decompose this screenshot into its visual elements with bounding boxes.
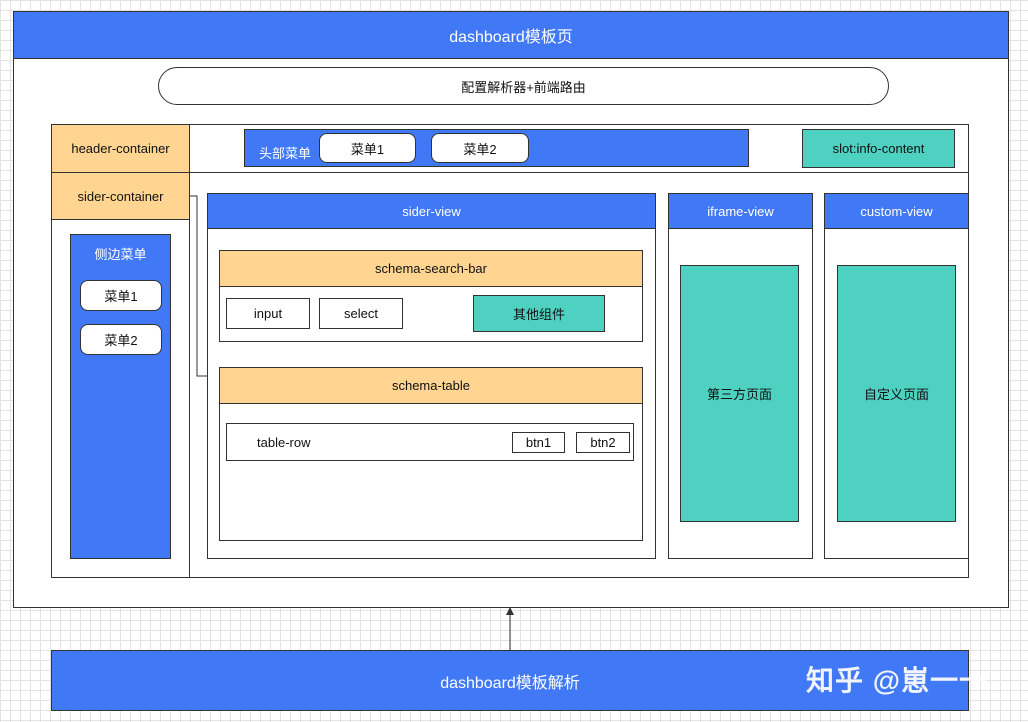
schema-table-title-bar: schema-table [219,367,643,404]
header-container: header-container [51,124,190,173]
iframe-view-title: iframe-view [707,203,774,219]
side-menu-item-2-label: 菜单2 [104,333,138,348]
search-select[interactable]: select [319,298,403,329]
config-parser-box: 配置解析器+前端路由 [158,67,889,105]
btn1-button[interactable]: btn1 [512,432,565,453]
schema-table-title: schema-table [391,378,471,393]
other-components-label: 其他组件 [512,307,565,322]
sider-container-label: sider-container [77,188,164,204]
header-container-label: header-container [71,141,170,156]
third-party-page: 第三方页面 [680,265,799,522]
btn1-label: btn1 [525,435,552,450]
sider-view-title: sider-view [402,203,461,219]
iframe-view-title-bar: iframe-view [668,193,813,229]
search-input[interactable]: input [226,298,310,329]
header-menu-item-1[interactable]: 菜单1 [319,133,416,163]
slot-info-content-label: slot:info-content [832,141,925,156]
header-menu-item-2-label: 菜单2 [463,141,497,157]
header-menu-label: 头部菜单 [259,146,312,161]
custom-view-title-bar: custom-view [824,193,969,229]
config-parser-label: 配置解析器+前端路由 [461,79,586,95]
template-title: dashboard模板页 [449,29,573,46]
other-components: 其他组件 [473,295,605,332]
side-menu-item-2[interactable]: 菜单2 [80,324,162,355]
search-select-label: select [344,306,378,321]
third-party-page-label: 第三方页面 [706,387,772,402]
schema-search-bar-title-bar: schema-search-bar [219,250,643,287]
custom-view-title: custom-view [860,203,933,219]
header-menu-item-2[interactable]: 菜单2 [431,133,529,163]
btn2-label: btn2 [590,435,616,450]
template-title-bar: dashboard模板页 [13,11,1009,59]
zhihu-watermark: 知乎 @崽一一 [806,660,1006,698]
sider-container: sider-container [51,172,190,220]
parser-to-template-arrow [506,607,514,652]
table-row: table-row [226,423,634,461]
side-menu-item-1[interactable]: 菜单1 [80,280,162,311]
table-row-label: table-row [257,435,311,450]
template-parser-title: dashboard模板解析 [440,674,580,692]
sider-view-title-bar: sider-view [207,193,656,229]
zhihu-watermark-text: 知乎 @崽一一 [806,665,989,696]
schema-search-bar-title: schema-search-bar [375,261,487,276]
side-menu-label: 侧边菜单 [94,247,147,262]
custom-page-label: 自定义页面 [863,387,929,402]
side-menu-item-1-label: 菜单1 [104,289,138,304]
btn2-button[interactable]: btn2 [576,432,630,453]
search-input-label: input [253,306,283,321]
slot-info-content: slot:info-content [802,129,955,168]
header-menu-item-1-label: 菜单1 [350,141,385,157]
custom-page: 自定义页面 [837,265,956,522]
